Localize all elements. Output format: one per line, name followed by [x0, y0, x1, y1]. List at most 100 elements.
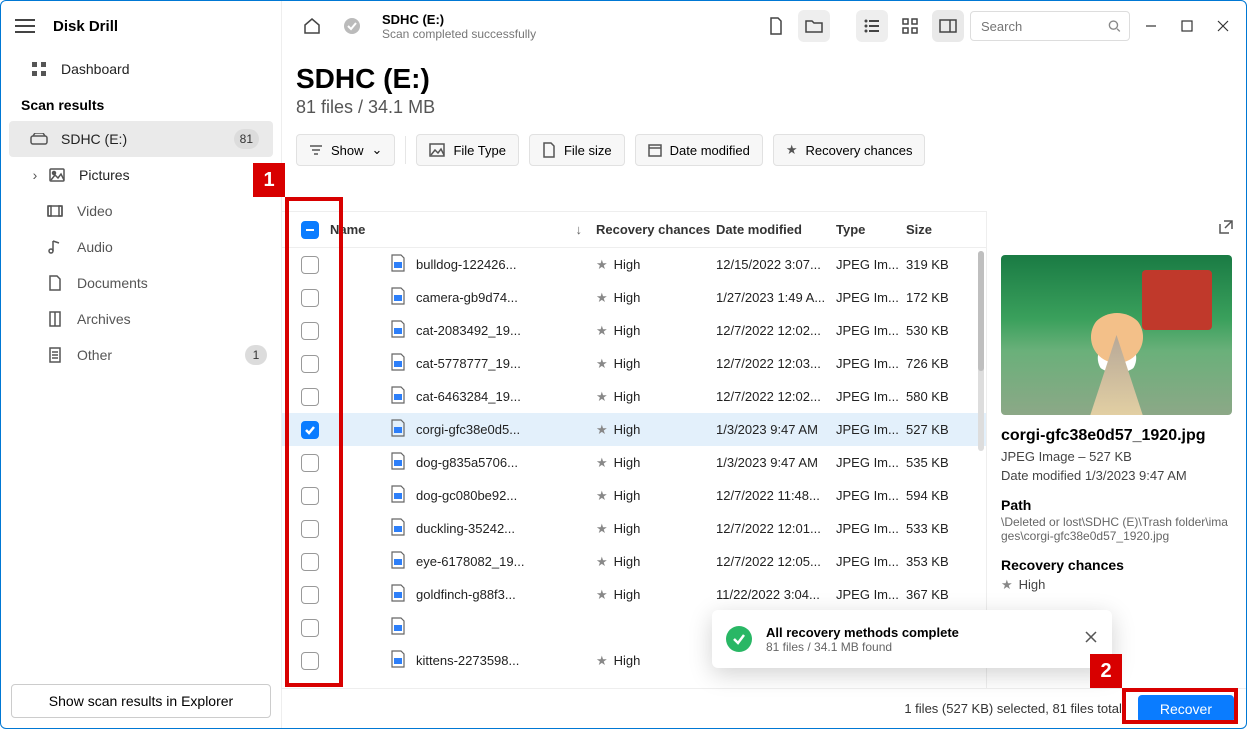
recovery-cell: ★High	[596, 257, 716, 273]
search-box[interactable]	[970, 11, 1130, 41]
star-icon: ★	[596, 488, 608, 503]
star-icon: ★	[786, 142, 798, 158]
star-icon: ★	[596, 653, 608, 668]
type-cell: JPEG Im...	[836, 455, 906, 470]
document-icon	[45, 275, 65, 291]
sidebar-item-sdhc[interactable]: SDHC (E:) 81	[9, 121, 273, 157]
picture-icon	[47, 168, 67, 182]
grid-view-icon[interactable]	[894, 10, 926, 42]
archive-icon	[45, 311, 65, 327]
jpeg-file-icon	[390, 386, 408, 407]
table-row[interactable]: eye-6178082_19...★High12/7/2022 12:05...…	[282, 545, 986, 578]
file-name: corgi-gfc38e0d5...	[416, 422, 520, 437]
recovery-cell: ★High	[596, 290, 716, 306]
date-cell: 11/22/2022 3:04...	[716, 587, 836, 602]
recovery-cell: ★High	[596, 455, 716, 471]
preview-subject	[1087, 313, 1147, 373]
type-cell: JPEG Im...	[836, 389, 906, 404]
sort-arrow-icon[interactable]: ↓	[576, 222, 583, 237]
show-in-explorer-button[interactable]: Show scan results in Explorer	[11, 684, 271, 718]
sidebar-item-documents[interactable]: Documents	[1, 265, 281, 301]
star-icon: ★	[596, 323, 608, 338]
filter-label: Recovery chances	[806, 143, 913, 158]
minimize-button[interactable]	[1136, 11, 1166, 41]
jpeg-file-icon	[390, 584, 408, 605]
date-cell: 12/7/2022 12:05...	[716, 554, 836, 569]
file-icon[interactable]	[760, 10, 792, 42]
star-icon: ★	[596, 257, 608, 272]
jpeg-file-icon	[390, 419, 408, 440]
recovery-cell: ★High	[596, 488, 716, 504]
sidebar-item-audio[interactable]: Audio	[1, 229, 281, 265]
page-title: SDHC (E:)	[296, 63, 1232, 95]
search-input[interactable]	[979, 18, 1108, 35]
table-row[interactable]: cat-6463284_19...★High12/7/2022 12:02...…	[282, 380, 986, 413]
star-icon: ★	[596, 290, 608, 305]
menu-icon[interactable]	[15, 19, 35, 33]
close-button[interactable]	[1208, 11, 1238, 41]
toast-close-icon[interactable]	[1084, 630, 1098, 649]
scrollbar[interactable]	[978, 251, 984, 451]
table-row[interactable]: dog-gc080be92...★High12/7/2022 11:48...J…	[282, 479, 986, 512]
jpeg-file-icon	[390, 617, 408, 638]
maximize-button[interactable]	[1172, 11, 1202, 41]
file-name: cat-6463284_19...	[416, 389, 521, 404]
filter-label: File Type	[453, 143, 506, 158]
size-cell: 726 KB	[906, 356, 986, 371]
annotation-1-label: 1	[253, 163, 285, 197]
star-icon: ★	[596, 455, 608, 470]
selection-summary: 1 files (527 KB) selected, 81 files tota…	[904, 701, 1122, 716]
list-view-icon[interactable]	[856, 10, 888, 42]
filter-date-modified[interactable]: Date modified	[635, 134, 763, 166]
breadcrumb-title: SDHC (E:)	[382, 12, 536, 27]
table-row[interactable]: duckling-35242...★High12/7/2022 12:01...…	[282, 512, 986, 545]
table-row[interactable]: bulldog-122426...★High12/15/2022 3:07...…	[282, 248, 986, 281]
panel-view-icon[interactable]	[932, 10, 964, 42]
size-cell: 353 KB	[906, 554, 986, 569]
type-cell: JPEG Im...	[836, 257, 906, 272]
jpeg-file-icon	[390, 452, 408, 473]
check-icon	[726, 626, 752, 652]
type-cell: JPEG Im...	[836, 290, 906, 305]
sidebar-item-video[interactable]: Video	[1, 193, 281, 229]
column-type[interactable]: Type	[836, 222, 906, 237]
table-row[interactable]: dog-g835a5706...★High1/3/2023 9:47 AMJPE…	[282, 446, 986, 479]
show-dropdown[interactable]: Show ⌄	[296, 134, 395, 166]
main: SDHC (E:) Scan completed successfully SD…	[281, 1, 1246, 728]
toolbar: SDHC (E:) Scan completed successfully	[282, 1, 1246, 51]
sidebar-item-other[interactable]: Other 1	[1, 337, 281, 373]
table-row[interactable]: corgi-gfc38e0d5...★High1/3/2023 9:47 AMJ…	[282, 413, 986, 446]
size-cell: 594 KB	[906, 488, 986, 503]
sidebar-dashboard[interactable]: Dashboard	[9, 51, 273, 87]
filter-file-type[interactable]: File Type	[416, 134, 519, 166]
table-row[interactable]: cat-2083492_19...★High12/7/2022 12:02...…	[282, 314, 986, 347]
type-cell: JPEG Im...	[836, 488, 906, 503]
recovery-cell: ★High	[596, 389, 716, 405]
size-cell: 580 KB	[906, 389, 986, 404]
column-size[interactable]: Size	[906, 222, 986, 237]
popout-icon[interactable]	[1218, 219, 1234, 240]
column-recovery[interactable]: Recovery chances	[596, 222, 716, 237]
calendar-icon	[648, 143, 662, 157]
table-row[interactable]: camera-gb9d74...★High1/27/2023 1:49 A...…	[282, 281, 986, 314]
sidebar-item-label: SDHC (E:)	[61, 131, 127, 147]
scroll-thumb[interactable]	[978, 251, 984, 371]
page-subtitle: 81 files / 34.1 MB	[296, 97, 1232, 118]
sidebar-item-pictures[interactable]: › Pictures	[9, 157, 273, 193]
filter-recovery-chances[interactable]: ★ Recovery chances	[773, 134, 926, 166]
sidebar-item-archives[interactable]: Archives	[1, 301, 281, 337]
table-row[interactable]: goldfinch-g88f3...★High11/22/2022 3:04..…	[282, 578, 986, 611]
detail-recovery-header: Recovery chances	[1001, 557, 1232, 573]
filter-file-size[interactable]: File size	[529, 134, 625, 166]
filter-icon	[309, 144, 323, 156]
star-icon: ★	[1001, 577, 1013, 592]
annotation-2-label: 2	[1090, 654, 1122, 688]
toast-subtitle: 81 files / 34.1 MB found	[766, 640, 959, 654]
column-date[interactable]: Date modified	[716, 222, 836, 237]
home-icon[interactable]	[296, 10, 328, 42]
breadcrumb: SDHC (E:) Scan completed successfully	[382, 12, 536, 41]
folder-icon[interactable]	[798, 10, 830, 42]
table-row[interactable]: cat-5778777_19...★High12/7/2022 12:03...…	[282, 347, 986, 380]
sidebar-section-scan-results: Scan results	[1, 87, 281, 121]
toast-title: All recovery methods complete	[766, 625, 959, 640]
